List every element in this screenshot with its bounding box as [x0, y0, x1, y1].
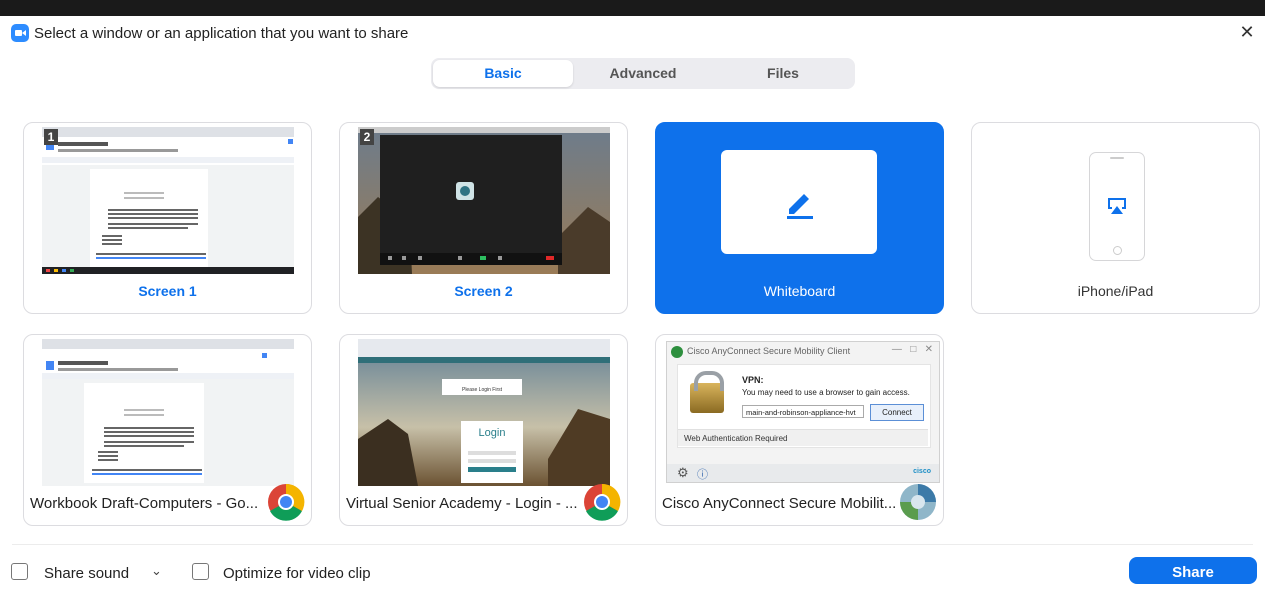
footer-divider: [12, 544, 1253, 545]
share-tabs: Basic Advanced Files: [431, 58, 855, 89]
screen-1-thumbnail: 1: [42, 127, 294, 274]
dialog-header: Select a window or an application that y…: [11, 23, 408, 43]
share-card-screen-1[interactable]: 1 Screen 1: [23, 122, 312, 314]
cisco-anyconnect-icon: [671, 346, 683, 358]
cisco-anyconnect-icon: [900, 484, 936, 520]
screen-2-thumbnail: 2: [358, 127, 610, 274]
share-card-iphone-ipad[interactable]: iPhone/iPad: [971, 122, 1260, 314]
zoom-icon: [11, 24, 29, 42]
share-card-cisco[interactable]: Cisco AnyConnect Secure Mobility Client …: [655, 334, 944, 526]
workbook-label: Workbook Draft-Computers - Go...: [30, 495, 259, 512]
window-top-bar: [0, 0, 1265, 16]
screen-number-badge: 2: [360, 129, 374, 145]
whiteboard-preview: [721, 150, 877, 254]
optimize-video-label: Optimize for video clip: [223, 565, 371, 582]
airplay-icon: [1108, 198, 1126, 214]
tab-files[interactable]: Files: [713, 60, 853, 87]
screen-1-label: Screen 1: [138, 283, 197, 299]
cisco-window-title: Cisco AnyConnect Secure Mobility Client: [687, 346, 851, 356]
vpn-heading: VPN:: [742, 375, 764, 385]
info-icon: ⓘ: [697, 469, 708, 481]
whiteboard-label: Whiteboard: [763, 283, 836, 299]
tab-advanced[interactable]: Advanced: [573, 60, 713, 87]
vpn-connect-button: Connect: [870, 404, 924, 421]
share-sound-checkbox[interactable]: [11, 563, 28, 580]
cisco-thumbnail: Cisco AnyConnect Secure Mobility Client …: [666, 341, 940, 483]
academy-login-heading: Login: [478, 427, 506, 439]
screen-2-label: Screen 2: [454, 283, 513, 299]
share-button[interactable]: Share: [1129, 557, 1257, 584]
vpn-status: Web Authentication Required: [678, 429, 928, 446]
chrome-icon: [268, 483, 305, 521]
close-icon[interactable]: ✕: [1237, 22, 1257, 42]
academy-thumbnail: Please Login First Login: [358, 339, 610, 486]
cisco-window-controls: — □ ✕: [891, 344, 933, 355]
optimize-video-checkbox[interactable]: [192, 563, 209, 580]
pen-icon: [787, 194, 813, 219]
screen-number-badge: 1: [44, 129, 58, 145]
share-card-whiteboard[interactable]: Whiteboard: [655, 122, 944, 314]
chevron-down-icon[interactable]: ⌄: [151, 563, 162, 579]
tab-basic[interactable]: Basic: [433, 60, 573, 87]
share-sound-label: Share sound: [44, 565, 130, 582]
vpn-server-select: main-and-robinson-appliance-hvt: [742, 405, 864, 418]
academy-label: Virtual Senior Academy - Login - ...: [346, 495, 578, 512]
workbook-thumbnail: [42, 339, 294, 486]
iphone-label: iPhone/iPad: [1077, 283, 1154, 299]
gear-icon: ⚙: [677, 465, 689, 480]
share-card-screen-2[interactable]: 2 Screen 2: [339, 122, 628, 314]
chrome-icon: [584, 483, 621, 521]
academy-banner: Please Login First: [461, 387, 503, 393]
cisco-label: Cisco AnyConnect Secure Mobilit...: [662, 495, 897, 512]
share-card-academy[interactable]: Please Login First Login Virtual Senior …: [339, 334, 628, 526]
cisco-logo: cisco: [913, 468, 931, 475]
share-card-workbook[interactable]: Workbook Draft-Computers - Go...: [23, 334, 312, 526]
dialog-title: Select a window or an application that y…: [34, 24, 409, 42]
vpn-message: You may need to use a browser to gain ac…: [742, 388, 910, 397]
phone-preview: [1089, 152, 1145, 261]
